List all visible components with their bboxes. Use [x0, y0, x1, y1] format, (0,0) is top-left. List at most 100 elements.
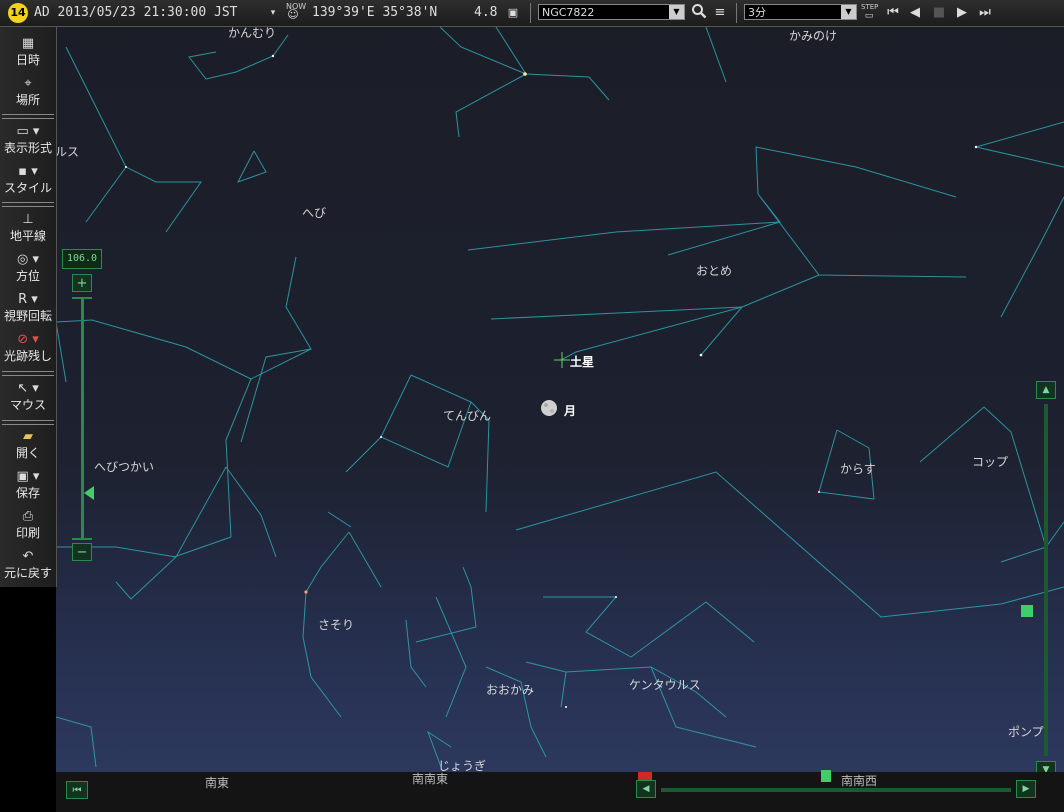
- display-mode-icon: ▭ ▾: [16, 124, 40, 139]
- cursor-icon: ↖ ▾: [17, 381, 39, 396]
- sidebar-divider: [2, 114, 54, 119]
- azimuth-slider-track[interactable]: [661, 788, 1011, 792]
- mouse-label: マウス: [9, 398, 46, 412]
- sky-view[interactable]: かんむり かみのけ へび おとめ てんびん へびつかい からす コップ さそり …: [56, 27, 1064, 812]
- current-direction-marker: [638, 772, 652, 780]
- timezone-dropdown-icon[interactable]: ▾: [268, 3, 278, 23]
- constellation-lines: [56, 27, 1064, 768]
- print-label: 印刷: [15, 526, 40, 540]
- altitude-slider-track[interactable]: [1044, 404, 1048, 756]
- style-icon: ▪ ▾: [18, 164, 38, 179]
- time-step-combo[interactable]: 3分 ▼: [744, 4, 857, 20]
- altitude-slider-handle[interactable]: [1021, 605, 1033, 617]
- constellation-label: ケンタウルス: [629, 678, 701, 692]
- moon-label[interactable]: 月: [564, 402, 576, 419]
- open-label: 開く: [15, 446, 40, 460]
- style-label: スタイル: [3, 181, 52, 195]
- now-clock-icon[interactable]: ☺: [285, 8, 301, 22]
- toolbar-divider: [530, 3, 531, 23]
- chevron-down-icon[interactable]: ▼: [841, 5, 856, 19]
- constellation-label: ルス: [56, 145, 80, 159]
- altitude-up-button[interactable]: ▲: [1036, 381, 1056, 399]
- direction-label-south-southeast: 南南東: [412, 772, 449, 786]
- field-rotation-label: 視野回転: [3, 309, 52, 323]
- toolbar-divider: [736, 3, 737, 23]
- stop-icon[interactable]: ■: [930, 3, 948, 23]
- trail-button[interactable]: ⊘ ▾ 光跡残し: [0, 331, 56, 364]
- pan-right-button[interactable]: ▶: [1016, 780, 1036, 798]
- datetime-display[interactable]: AD 2013/05/23 21:30:00 JST: [34, 5, 238, 20]
- direction-button[interactable]: ◎ ▾ 方位: [0, 251, 56, 284]
- sidebar-divider: [2, 420, 54, 425]
- horizon-label: 地平線: [9, 229, 46, 243]
- folder-icon: ▰: [23, 429, 33, 444]
- step-back-icon[interactable]: ◀: [906, 3, 924, 23]
- calendar-icon: ▦: [21, 36, 35, 51]
- magnitude-icon[interactable]: ▣: [504, 3, 522, 23]
- save-icon: ▣ ▾: [16, 469, 40, 484]
- location-button[interactable]: ⌖ 場所: [0, 75, 56, 108]
- location-label: 場所: [15, 93, 40, 107]
- constellation-label: へびつかい: [94, 460, 155, 474]
- undo-button[interactable]: ↶ 元に戻す: [0, 548, 56, 581]
- constellation-label: おおかみ: [486, 683, 535, 697]
- field-rotation-button[interactable]: R ▾ 視野回転: [0, 291, 56, 324]
- save-button[interactable]: ▣ ▾ 保存: [0, 468, 56, 501]
- direction-label: 方位: [15, 269, 40, 283]
- sidebar-divider: [2, 202, 54, 207]
- pan-left-button[interactable]: ◀: [636, 780, 656, 798]
- zoom-value: 106.0: [62, 249, 102, 269]
- undo-label: 元に戻す: [3, 566, 52, 580]
- map-pin-icon: ⌖: [24, 76, 32, 91]
- chevron-down-icon[interactable]: ▼: [669, 5, 684, 19]
- skip-back-icon[interactable]: ⏮: [884, 3, 902, 23]
- rotation-icon: R ▾: [18, 292, 38, 307]
- style-button[interactable]: ▪ ▾ スタイル: [0, 163, 56, 196]
- direction-label-south-southwest: 南南西: [841, 774, 878, 788]
- azimuth-slider-handle[interactable]: [821, 770, 831, 782]
- open-button[interactable]: ▰ 開く: [0, 428, 56, 461]
- constellation-label: かんむり: [228, 27, 277, 40]
- constellation-label: ポンプ: [1008, 725, 1044, 739]
- mouse-button[interactable]: ↖ ▾ マウス: [0, 380, 56, 413]
- constellation-label: コップ: [972, 455, 1009, 469]
- horizon-icon: ⊥: [22, 212, 34, 227]
- search-input[interactable]: NGC7822: [542, 6, 594, 19]
- save-label: 保存: [15, 486, 40, 500]
- trail-label: 光跡残し: [3, 349, 52, 363]
- top-toolbar: 14 AD 2013/05/23 21:30:00 JST ▾ NOW ☺ 13…: [0, 0, 1064, 27]
- constellation-label: さそり: [318, 618, 355, 632]
- print-button[interactable]: ⎙ 印刷: [0, 508, 56, 541]
- left-toolbar: ▦ 日時 ⌖ 場所 ▭ ▾ 表示形式 ▪ ▾ スタイル ⊥ 地平線 ◎ ▾ 方位…: [0, 27, 57, 587]
- zoom-track-cap: [72, 297, 92, 299]
- constellation-label: かみのけ: [789, 29, 838, 43]
- zoom-in-button[interactable]: +: [72, 274, 92, 292]
- constellation-label: おとめ: [696, 264, 733, 278]
- play-icon[interactable]: ▶: [953, 3, 971, 23]
- display-mode-button[interactable]: ▭ ▾ 表示形式: [0, 123, 56, 156]
- time-step-value[interactable]: 3分: [748, 6, 766, 19]
- printer-icon: ⎙: [22, 509, 34, 524]
- saturn-label[interactable]: 土星: [570, 353, 594, 370]
- compass-icon: ◎ ▾: [16, 252, 39, 267]
- limiting-magnitude[interactable]: 4.8: [474, 5, 497, 20]
- search-icon[interactable]: [690, 3, 708, 23]
- list-icon[interactable]: ≡: [711, 3, 729, 23]
- zoom-slider-handle[interactable]: [84, 486, 94, 500]
- constellation-label: からす: [840, 462, 876, 476]
- zoom-track-cap: [72, 538, 92, 540]
- display-mode-label: 表示形式: [3, 141, 52, 155]
- datetime-button[interactable]: ▦ 日時: [0, 35, 56, 68]
- skip-forward-icon[interactable]: ⏭: [976, 3, 994, 23]
- step-icon[interactable]: ▭: [860, 10, 878, 22]
- location-display[interactable]: 139°39'E 35°38'N: [312, 5, 437, 20]
- object-search-combo[interactable]: NGC7822 ▼: [538, 4, 685, 20]
- constellation-label: へび: [302, 206, 327, 220]
- horizon-button[interactable]: ⊥ 地平線: [0, 211, 56, 244]
- skip-start-button[interactable]: ⏮: [66, 781, 88, 799]
- direction-label-southeast: 南東: [205, 776, 230, 790]
- zoom-slider-track[interactable]: [81, 297, 84, 540]
- version-badge: 14: [8, 3, 28, 23]
- zoom-out-button[interactable]: −: [72, 543, 92, 561]
- sidebar-divider: [2, 371, 54, 376]
